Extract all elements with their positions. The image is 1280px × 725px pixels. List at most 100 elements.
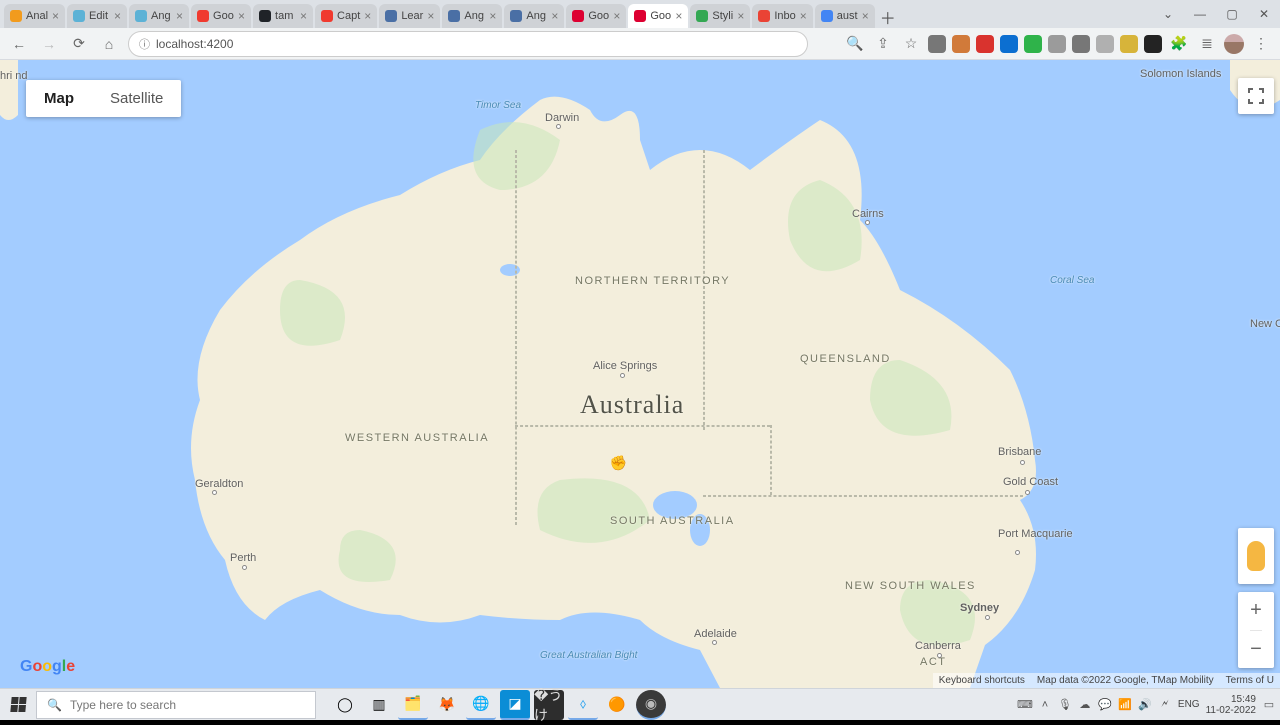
back-button[interactable]: ← <box>8 33 30 55</box>
chevron-down-icon[interactable]: ⌄ <box>1152 0 1184 28</box>
city-dot <box>1020 460 1025 465</box>
tab-8[interactable]: Ang× <box>504 4 564 28</box>
address-bar[interactable]: ⓘ localhost:4200 <box>128 31 808 57</box>
tab-4[interactable]: tam× <box>253 4 313 28</box>
system-tray: ⌨ ˄ 🎙 ☁ 💬 📶 🔊 🗲 ENG 15:49 11-02-2022 ▭ <box>1018 694 1280 716</box>
meet-now-icon[interactable]: 💬 <box>1098 698 1112 712</box>
extension-icon[interactable] <box>1048 35 1066 53</box>
map-type-map-button[interactable]: Map <box>26 80 92 117</box>
zoom-icon[interactable]: 🔍 <box>844 33 866 55</box>
vscode-icon[interactable]: ⬨ <box>568 690 598 720</box>
close-icon[interactable]: × <box>52 9 59 23</box>
extension-icon[interactable] <box>1144 35 1162 53</box>
close-icon[interactable]: × <box>737 9 744 23</box>
onedrive-icon[interactable]: ☁ <box>1078 698 1092 712</box>
extension-icon[interactable] <box>1024 35 1042 53</box>
forward-button[interactable]: → <box>38 33 60 55</box>
zoom-in-button[interactable]: + <box>1250 592 1262 630</box>
chrome-icon[interactable]: 🌐 <box>466 690 496 720</box>
home-button[interactable]: ⌂ <box>98 33 120 55</box>
close-icon[interactable]: × <box>427 9 434 23</box>
tab-12[interactable]: Inbo× <box>752 4 812 28</box>
tab-9[interactable]: Goo × <box>566 4 626 28</box>
extension-icon[interactable] <box>928 35 946 53</box>
pegman-button[interactable] <box>1238 528 1274 584</box>
close-icon[interactable]: × <box>800 9 807 23</box>
close-icon[interactable]: × <box>300 9 307 23</box>
tab-label: Goo <box>588 10 609 22</box>
map-type-satellite-button[interactable]: Satellite <box>92 80 181 117</box>
close-icon[interactable]: × <box>675 9 682 23</box>
file-explorer-icon[interactable]: 🗂️ <box>398 690 428 720</box>
tab-7[interactable]: Ang× <box>442 4 502 28</box>
share-icon[interactable]: ⇪ <box>872 33 894 55</box>
star-icon[interactable]: ☆ <box>900 33 922 55</box>
tab-2[interactable]: Ang× <box>129 4 189 28</box>
action-center-icon[interactable]: ▭ <box>1262 698 1276 712</box>
reload-button[interactable]: ⟳ <box>68 33 90 55</box>
keyboard-shortcuts-link[interactable]: Keyboard shortcuts <box>939 675 1025 686</box>
tab-11[interactable]: Styli× <box>690 4 750 28</box>
state-label-sa: SOUTH AUSTRALIA <box>610 515 690 527</box>
windows-taskbar: 🔍 Type here to search ◯ ▥ 🗂️ 🦊 🌐 ◪ �うけ ⬨… <box>0 688 1280 720</box>
tab-3[interactable]: Goo× <box>191 4 251 28</box>
site-info-icon[interactable]: ⓘ <box>139 36 150 52</box>
close-icon[interactable]: × <box>862 9 869 23</box>
fullscreen-button[interactable] <box>1238 78 1274 114</box>
cortana-icon[interactable]: ◯ <box>330 690 360 720</box>
battery-icon[interactable]: 🗲 <box>1158 698 1172 712</box>
chrome-canary-icon[interactable]: 🟠 <box>602 690 632 720</box>
terms-link[interactable]: Terms of U <box>1226 675 1274 686</box>
close-window-button[interactable]: ✕ <box>1248 0 1280 28</box>
sea-label-timor: Timor Sea <box>475 100 521 111</box>
extension-icon[interactable] <box>1096 35 1114 53</box>
state-label-act: ACT <box>920 656 947 668</box>
close-icon[interactable]: × <box>489 9 496 23</box>
app-icon[interactable]: ◪ <box>500 690 530 720</box>
close-icon[interactable]: × <box>114 9 121 23</box>
language-indicator[interactable]: ENG <box>1178 699 1200 710</box>
close-icon[interactable]: × <box>613 9 620 23</box>
task-view-icon[interactable]: ▥ <box>364 690 394 720</box>
extensions-menu-icon[interactable]: 🧩 <box>1168 33 1190 55</box>
wifi-icon[interactable]: 📶 <box>1118 698 1132 712</box>
map-canvas[interactable]: Australia NORTHERN TERRITORY WESTERN AUS… <box>0 60 1280 688</box>
close-icon[interactable]: × <box>364 9 371 23</box>
zoom-out-button[interactable]: − <box>1250 630 1262 669</box>
close-icon[interactable]: × <box>176 9 183 23</box>
tray-chevron-icon[interactable]: ˄ <box>1038 698 1052 712</box>
start-button[interactable] <box>0 689 36 721</box>
obs-icon[interactable]: ◉ <box>636 690 666 720</box>
favicon <box>135 10 147 22</box>
extension-icon[interactable] <box>1000 35 1018 53</box>
city-label-brisbane: Brisbane <box>998 446 1041 458</box>
google-logo[interactable]: Google <box>20 658 75 676</box>
touch-keyboard-icon[interactable]: ⌨ <box>1018 698 1032 712</box>
extension-icon[interactable] <box>1072 35 1090 53</box>
tab-0[interactable]: Anal× <box>4 4 65 28</box>
new-tab-button[interactable]: ＋ <box>877 6 899 28</box>
extension-icon[interactable] <box>976 35 994 53</box>
taskbar-clock[interactable]: 15:49 11-02-2022 <box>1206 694 1256 716</box>
terminal-icon[interactable]: �うけ <box>534 690 564 720</box>
close-icon[interactable]: × <box>238 9 245 23</box>
kebab-menu-icon[interactable]: ⋮ <box>1250 33 1272 55</box>
minimize-button[interactable]: — <box>1184 0 1216 28</box>
tab-5[interactable]: Capt× <box>315 4 377 28</box>
tab-10[interactable]: Goo× <box>628 4 688 28</box>
close-icon[interactable]: × <box>551 9 558 23</box>
profile-avatar[interactable] <box>1224 34 1244 54</box>
tab-1[interactable]: Edit× <box>67 4 127 28</box>
tab-6[interactable]: Lear × <box>379 4 440 28</box>
volume-icon[interactable]: 🔊 <box>1138 698 1152 712</box>
mic-icon[interactable]: 🎙 <box>1058 698 1072 712</box>
tab-13[interactable]: aust× <box>815 4 875 28</box>
reading-list-icon[interactable]: ≣ <box>1196 33 1218 55</box>
firefox-icon[interactable]: 🦊 <box>432 690 462 720</box>
extension-icon[interactable] <box>1120 35 1138 53</box>
tab-label: Lear <box>401 10 423 22</box>
taskbar-search[interactable]: 🔍 Type here to search <box>36 691 316 719</box>
city-dot <box>712 640 717 645</box>
extension-icon[interactable] <box>952 35 970 53</box>
maximize-button[interactable]: ▢ <box>1216 0 1248 28</box>
